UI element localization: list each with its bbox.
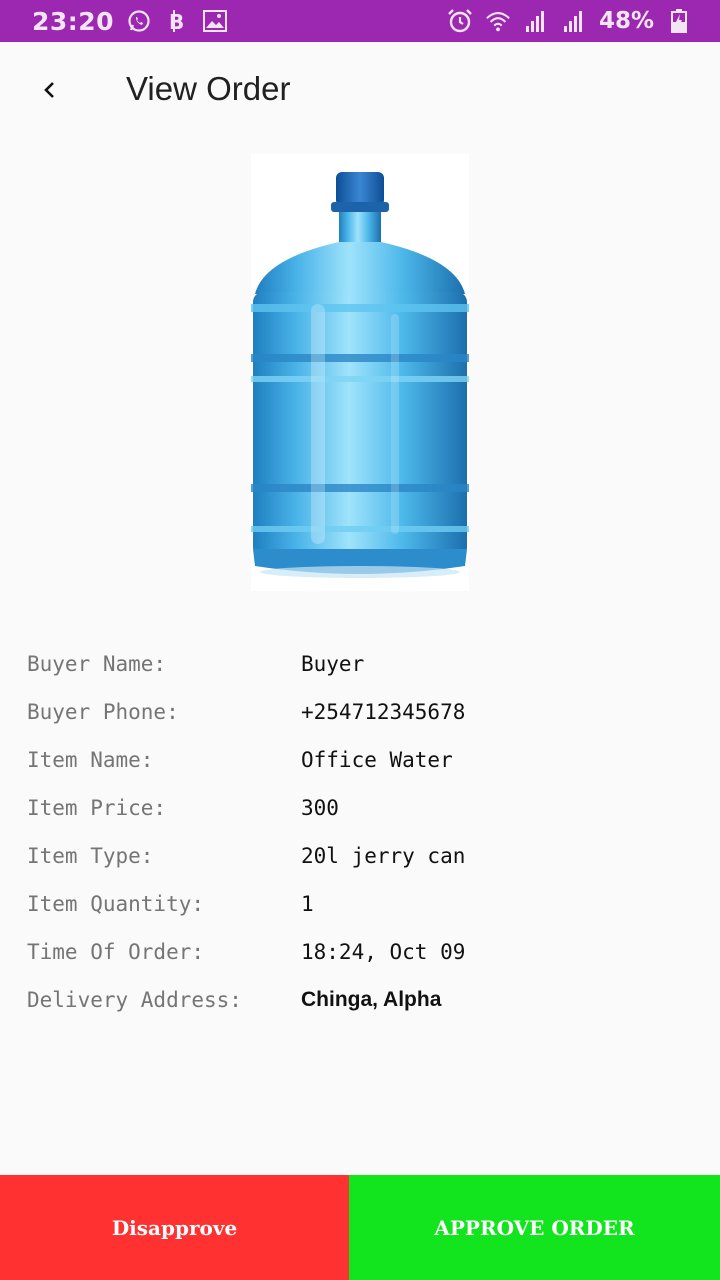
wifi-icon xyxy=(485,8,511,34)
detail-label: Delivery Address: xyxy=(27,988,242,1012)
detail-value: +254712345678 xyxy=(301,700,466,724)
chevron-left-icon xyxy=(40,80,60,104)
order-details: Buyer Name: Buyer Buyer Phone: +25471234… xyxy=(27,642,697,1026)
battery-percent: 48% xyxy=(598,8,654,34)
detail-label: Item Name: xyxy=(27,748,154,772)
detail-row-delivery-address: Delivery Address: Chinga, Alpha xyxy=(27,978,697,1026)
signal-icon xyxy=(561,8,587,34)
detail-row-item-type: Item Type: 20l jerry can xyxy=(27,834,697,882)
action-bar: Disapprove APPROVE ORDER xyxy=(0,1175,720,1280)
detail-label: Item Price: xyxy=(27,796,167,820)
status-right: 48% xyxy=(447,8,692,34)
detail-label: Buyer Name: xyxy=(27,652,167,676)
disapprove-button[interactable]: Disapprove xyxy=(0,1175,349,1280)
detail-value: Chinga, Alpha xyxy=(301,988,442,1011)
detail-row-buyer-name: Buyer Name: Buyer xyxy=(27,642,697,690)
detail-row-item-quantity: Item Quantity: 1 xyxy=(27,882,697,930)
signal-icon xyxy=(523,8,549,34)
detail-value: 20l jerry can xyxy=(301,844,466,868)
status-left: 23:20 B xyxy=(32,7,228,36)
detail-row-item-price: Item Price: 300 xyxy=(27,786,697,834)
whatsapp-icon xyxy=(126,8,152,34)
detail-row-item-name: Item Name: Office Water xyxy=(27,738,697,786)
app-bar: View Order xyxy=(0,42,720,142)
detail-value: 1 xyxy=(301,892,314,916)
detail-value: 18:24, Oct 09 xyxy=(301,940,466,964)
status-time: 23:20 xyxy=(32,6,115,36)
water-bottle-image xyxy=(251,154,469,591)
detail-label: Buyer Phone: xyxy=(27,700,179,724)
status-bar: 23:20 B 48% xyxy=(0,0,720,42)
detail-row-time-of-order: Time Of Order: 18:24, Oct 09 xyxy=(27,930,697,978)
detail-label: Item Type: xyxy=(27,844,154,868)
svg-text:B: B xyxy=(169,10,184,33)
approve-order-button[interactable]: APPROVE ORDER xyxy=(349,1175,720,1280)
detail-value: Office Water xyxy=(301,748,453,772)
detail-value: 300 xyxy=(301,796,339,820)
back-button[interactable] xyxy=(28,70,72,114)
detail-label: Time Of Order: xyxy=(27,940,205,964)
detail-value: Buyer xyxy=(301,652,365,676)
alarm-icon xyxy=(447,8,473,34)
product-image xyxy=(251,154,469,591)
page-title: View Order xyxy=(126,70,291,107)
detail-row-buyer-phone: Buyer Phone: +254712345678 xyxy=(27,690,697,738)
battery-charging-icon xyxy=(666,8,692,34)
bitcoin-icon: B xyxy=(164,8,190,34)
detail-label: Item Quantity: xyxy=(27,892,205,916)
image-icon xyxy=(202,8,228,34)
